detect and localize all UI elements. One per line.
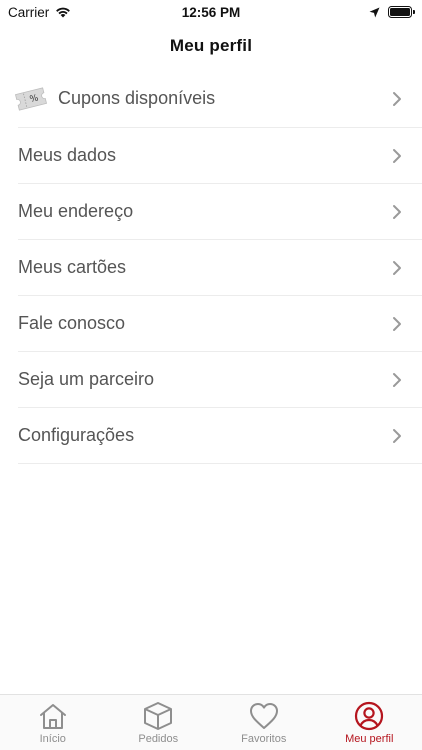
- chevron-right-icon: [393, 204, 401, 219]
- profile-menu: % Cupons disponíveis Meus dados Meu ende…: [14, 70, 422, 464]
- menu-item-my-data[interactable]: Meus dados: [18, 128, 422, 184]
- status-left: Carrier: [8, 5, 71, 20]
- status-right: [369, 6, 415, 18]
- menu-item-partner[interactable]: Seja um parceiro: [18, 352, 422, 408]
- location-arrow-icon: [369, 7, 380, 17]
- menu-item-contact[interactable]: Fale conosco: [18, 296, 422, 352]
- menu-item-address[interactable]: Meu endereço: [18, 184, 422, 240]
- screen: Carrier 12:56 PM Meu perfil % Cupons dis…: [0, 0, 422, 750]
- menu-item-label: Configurações: [18, 425, 135, 445]
- tab-favoritos[interactable]: Favoritos: [211, 695, 317, 750]
- menu-item-label: Meus cartões: [18, 257, 127, 277]
- menu-item-label: Cupons disponíveis: [58, 88, 216, 108]
- menu-item-cards[interactable]: Meus cartões: [18, 240, 422, 296]
- chevron-right-icon: [393, 372, 401, 387]
- tab-label: Meu perfil: [345, 733, 394, 745]
- tab-label: Pedidos: [138, 733, 179, 745]
- menu-item-label: Fale conosco: [18, 313, 126, 333]
- tab-label: Início: [39, 733, 66, 745]
- tab-inicio[interactable]: Início: [0, 695, 106, 750]
- home-icon: [39, 704, 66, 729]
- tab-pedidos[interactable]: Pedidos: [106, 695, 212, 750]
- chevron-right-icon: [393, 428, 401, 443]
- chevron-right-icon: [393, 148, 401, 163]
- wifi-icon: [56, 7, 71, 18]
- chevron-right-icon: [393, 91, 401, 106]
- chevron-right-icon: [393, 316, 401, 331]
- heart-icon: [249, 703, 278, 729]
- page-title: Meu perfil: [169, 36, 253, 55]
- menu-item-settings[interactable]: Configurações: [18, 408, 422, 464]
- box-icon: [144, 702, 173, 730]
- menu-item-label: Seja um parceiro: [18, 369, 155, 389]
- menu-item-coupons[interactable]: % Cupons disponíveis: [14, 70, 422, 128]
- carrier-label: Carrier: [8, 4, 50, 20]
- tab-bar: Início Pedidos Favoritos Meu perfil: [0, 694, 422, 750]
- chevron-right-icon: [393, 260, 401, 275]
- battery-icon: [388, 6, 415, 18]
- profile-icon: [355, 701, 384, 731]
- menu-item-label: Meu endereço: [18, 201, 134, 221]
- status-bar: Carrier 12:56 PM: [0, 0, 422, 24]
- menu-item-label: Meus dados: [18, 145, 117, 165]
- tab-label: Favoritos: [241, 733, 287, 745]
- coupon-icon: %: [14, 86, 48, 111]
- tab-meu-perfil[interactable]: Meu perfil: [317, 695, 422, 750]
